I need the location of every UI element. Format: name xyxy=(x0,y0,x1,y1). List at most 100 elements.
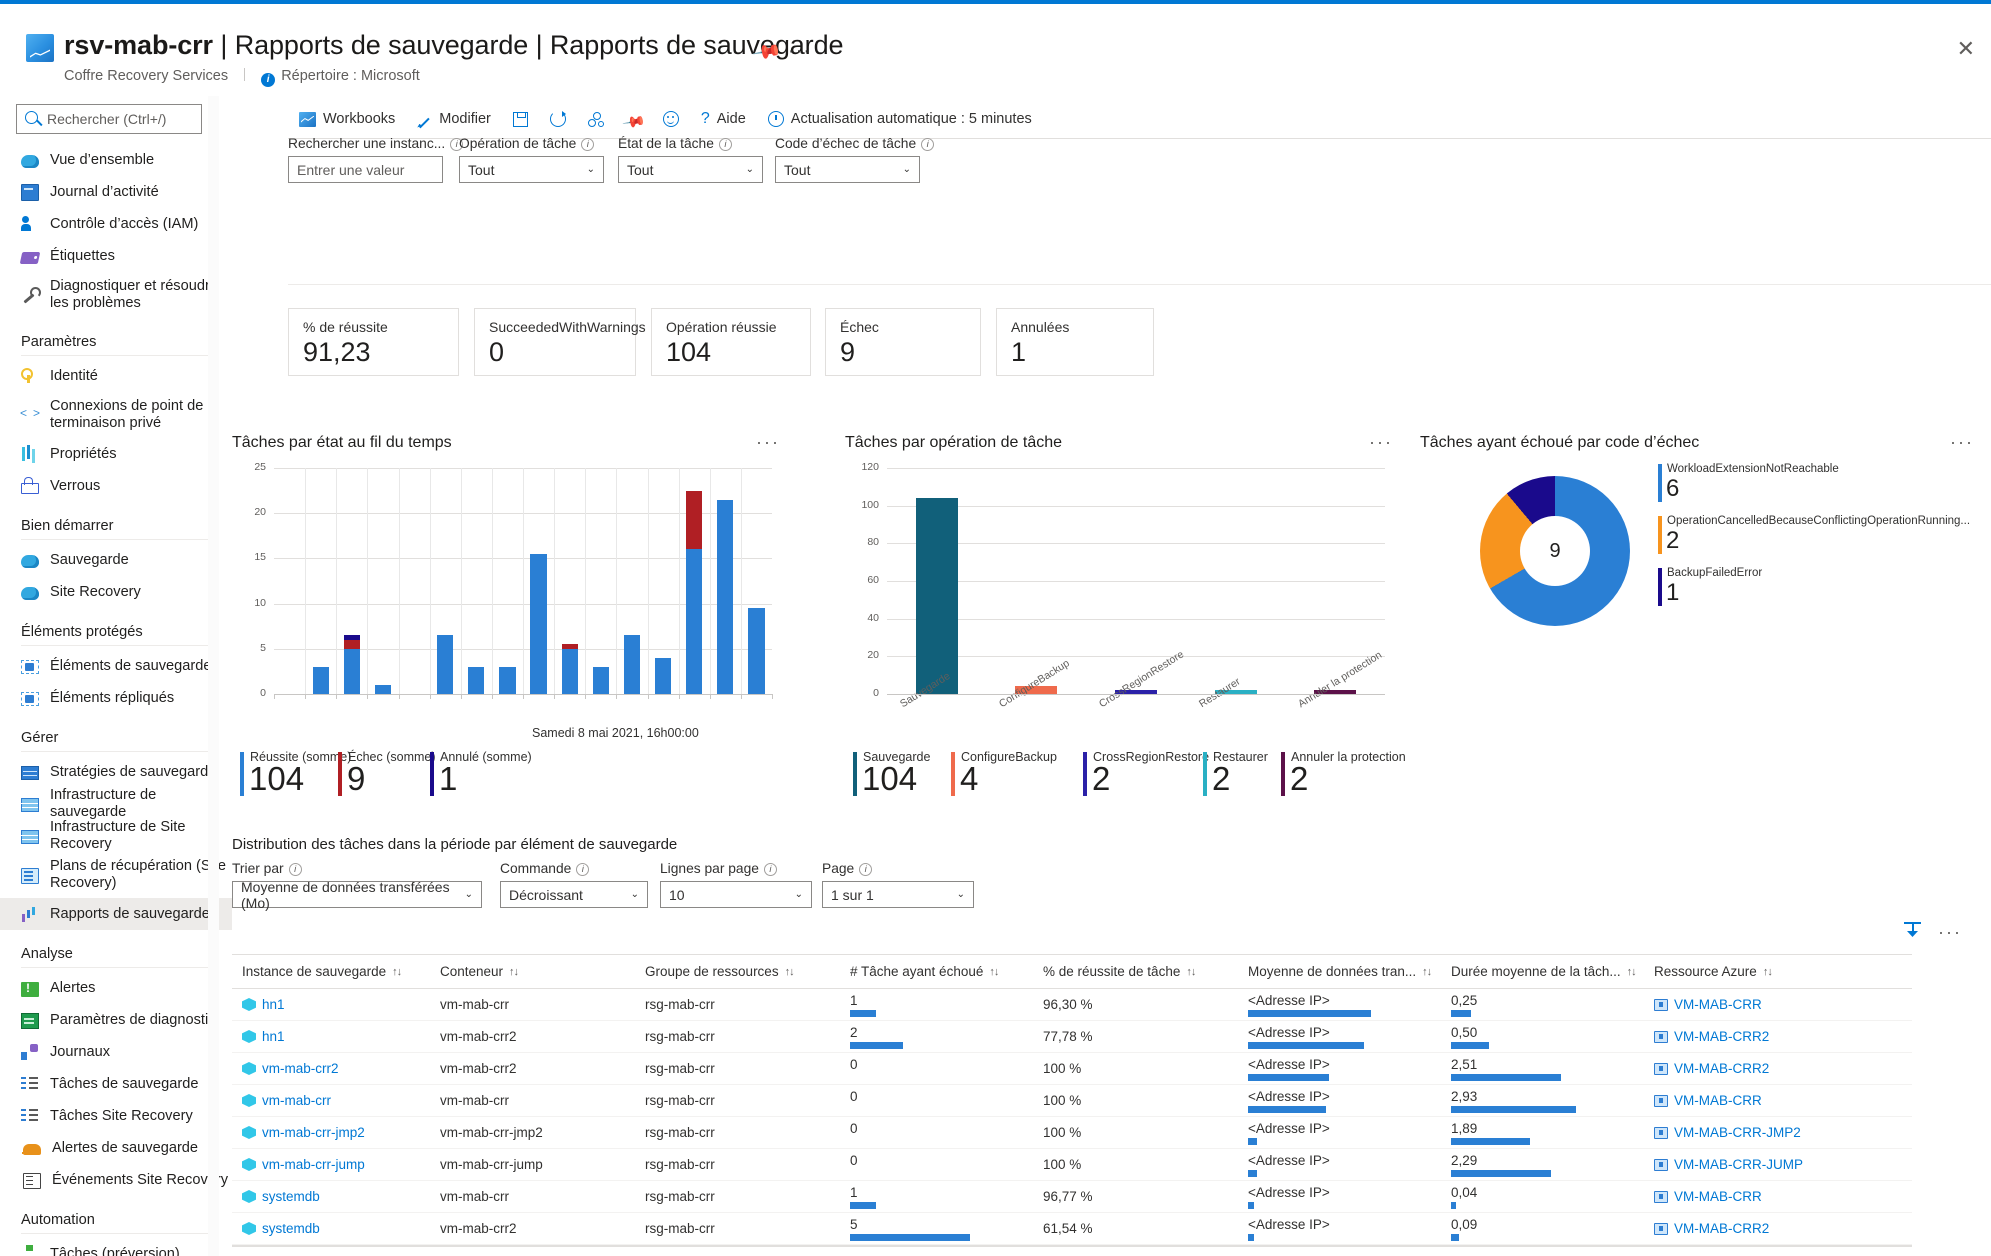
sort-icon[interactable]: ↑↓ xyxy=(1627,966,1637,978)
table-row[interactable]: vm-mab-crr-jump vm-mab-crr-jump rsg-mab-cr… xyxy=(232,1149,1912,1181)
sidebar-scrollbar[interactable]: ▲ xyxy=(208,96,426,1256)
bar-segment[interactable] xyxy=(499,666,516,694)
job-failure-code-select[interactable]: Tout ⌄ xyxy=(775,156,920,183)
column-header[interactable]: Instance de sauvegarde ↑↓ xyxy=(232,964,440,979)
cell-value[interactable]: VM-MAB-CRR xyxy=(1674,1189,1762,1204)
cell-value[interactable]: vm-mab-crr-jmp2 xyxy=(262,1125,365,1140)
sidebar-item-alertes-de-sauvegarde[interactable]: Alertes de sauvegarde xyxy=(0,1132,232,1164)
bar-segment[interactable] xyxy=(530,553,547,694)
sidebar-item-journal-d-activit[interactable]: Journal d’activité xyxy=(0,176,232,208)
column-header[interactable]: Conteneur ↑↓ xyxy=(440,964,645,979)
sidebar-search[interactable] xyxy=(16,104,202,134)
sidebar-item-diagnostiquer-et-r-soudre-les-probl-mes[interactable]: Diagnostiquer et résoudre les problèmes xyxy=(0,272,232,318)
sidebar-item-identit[interactable]: Identité xyxy=(0,360,232,392)
close-button[interactable]: ✕ xyxy=(1957,36,1975,62)
chart3-more-button[interactable]: ··· xyxy=(1950,432,1974,453)
cell-value[interactable]: VM-MAB-CRR2 xyxy=(1674,1029,1769,1044)
sidebar-item-connexions-de-point-de-terminaison-priv[interactable]: Connexions de point de terminaison privé xyxy=(0,392,232,438)
bar[interactable] xyxy=(915,498,958,694)
column-header[interactable]: Durée moyenne de la tâch... ↑↓ xyxy=(1451,964,1654,979)
cell-value[interactable]: VM-MAB-CRR xyxy=(1674,1093,1762,1108)
cell-value[interactable]: VM-MAB-CRR2 xyxy=(1674,1061,1769,1076)
cell-value[interactable]: hn1 xyxy=(262,1029,285,1044)
column-header[interactable]: Groupe de ressources ↑↓ xyxy=(645,964,850,979)
sort-icon[interactable]: ↑↓ xyxy=(785,966,795,978)
bar-segment[interactable] xyxy=(468,666,485,694)
column-header[interactable]: Moyenne de données tran... ↑↓ xyxy=(1248,964,1451,979)
bar-segment[interactable] xyxy=(374,684,392,694)
table-cell[interactable]: systemdb xyxy=(232,1181,440,1213)
feedback-button[interactable] xyxy=(652,104,690,134)
cell-value[interactable]: hn1 xyxy=(262,997,285,1012)
table-cell[interactable]: VM-MAB-CRR2 xyxy=(1654,1213,1912,1245)
table-cell[interactable]: VM-MAB-CRR xyxy=(1654,1085,1912,1117)
edit-button[interactable]: Modifier xyxy=(406,104,502,134)
header-more-button[interactable]: ··· xyxy=(788,40,811,63)
cell-value[interactable]: vm-mab-crr2 xyxy=(262,1061,339,1076)
sidebar-item-l-ments-r-pliqu-s[interactable]: Éléments répliqués xyxy=(0,682,232,714)
info-icon[interactable]: i xyxy=(581,138,595,151)
rows-per-page-select[interactable]: 10 ⌄ xyxy=(660,881,812,908)
sidebar-item-contr-le-d-acc-s-iam[interactable]: Contrôle d’accès (IAM) xyxy=(0,208,232,240)
job-status-select[interactable]: Tout ⌄ xyxy=(618,156,763,183)
bar-segment[interactable] xyxy=(312,666,329,694)
pin-toolbar-button[interactable]: 📌 xyxy=(615,104,652,134)
table-cell[interactable]: vm-mab-crr xyxy=(232,1085,440,1117)
table-cell[interactable]: vm-mab-crr-jmp2 xyxy=(232,1117,440,1149)
bar-segment[interactable] xyxy=(437,635,454,694)
table-cell[interactable]: VM-MAB-CRR-JMP2 xyxy=(1654,1117,1912,1149)
bar-segment[interactable] xyxy=(343,648,360,694)
info-icon[interactable]: i xyxy=(718,138,732,151)
table-cell[interactable]: VM-MAB-CRR-JUMP xyxy=(1654,1149,1912,1181)
sidebar-item-tiquettes[interactable]: Étiquettes xyxy=(0,240,232,272)
table-cell[interactable]: VM-MAB-CRR2 xyxy=(1654,1021,1912,1053)
cell-value[interactable]: VM-MAB-CRR xyxy=(1674,997,1762,1012)
sidebar-item-alertes[interactable]: Alertes xyxy=(0,972,232,1004)
table-cell[interactable]: VM-MAB-CRR xyxy=(1654,989,1912,1021)
sidebar-item-infrastructure-de-sauvegarde[interactable]: Infrastructure de sauvegarde xyxy=(0,787,232,820)
job-operation-select[interactable]: Tout ⌄ xyxy=(459,156,604,183)
search-input[interactable] xyxy=(16,104,202,134)
column-header[interactable]: Ressource Azure ↑↓ xyxy=(1654,964,1912,979)
sidebar-item-propri-t-s[interactable]: Propriétés xyxy=(0,438,232,470)
sidebar-item-strat-gies-de-sauvegarde[interactable]: Stratégies de sauvegarde xyxy=(0,756,232,788)
cell-value[interactable]: systemdb xyxy=(262,1221,320,1236)
bar-segment[interactable] xyxy=(343,635,360,640)
table-cell[interactable]: VM-MAB-CRR xyxy=(1654,1181,1912,1213)
sidebar-item-rapports-de-sauvegarde[interactable]: Rapports de sauvegarde xyxy=(0,898,232,930)
bar-segment[interactable] xyxy=(561,644,578,649)
sidebar-item-verrous[interactable]: Verrous xyxy=(0,470,232,502)
sidebar-item-t-ches-pr-version[interactable]: Tâches (préversion) xyxy=(0,1238,232,1256)
sort-icon[interactable]: ↑↓ xyxy=(1422,966,1432,978)
save-button[interactable] xyxy=(502,104,539,134)
bar-segment[interactable] xyxy=(592,666,609,694)
sidebar-item-journaux[interactable]: Journaux xyxy=(0,1036,232,1068)
table-cell[interactable]: systemdb xyxy=(232,1213,440,1245)
share-button[interactable] xyxy=(577,104,615,134)
sidebar-item-t-ches-site-recovery[interactable]: Tâches Site Recovery xyxy=(0,1100,232,1132)
cell-value[interactable]: VM-MAB-CRR-JUMP xyxy=(1674,1157,1803,1172)
chart1-more-button[interactable]: ··· xyxy=(756,432,780,453)
refresh-button[interactable] xyxy=(539,104,577,134)
bar-segment[interactable] xyxy=(343,639,360,649)
table-cell[interactable]: VM-MAB-CRR2 xyxy=(1654,1053,1912,1085)
sort-icon[interactable]: ↑↓ xyxy=(392,966,402,978)
sidebar-item-infrastructure-de-site-recovery[interactable]: Infrastructure de Site Recovery xyxy=(0,819,232,852)
table-more-button[interactable]: ··· xyxy=(1938,922,1962,943)
table-row[interactable]: systemdb vm-mab-crr rsg-mab-crr 1 96,77 % <Ad… xyxy=(232,1181,1912,1213)
sidebar-item-sauvegarde[interactable]: Sauvegarde xyxy=(0,544,232,576)
bar-segment[interactable] xyxy=(717,499,734,694)
sort-icon[interactable]: ↑↓ xyxy=(509,966,519,978)
bar-segment[interactable] xyxy=(686,490,703,550)
sort-icon[interactable]: ↑↓ xyxy=(989,966,999,978)
column-header[interactable]: % de réussite de tâche ↑↓ xyxy=(1043,964,1248,979)
sidebar-item-site-recovery[interactable]: Site Recovery xyxy=(0,576,232,608)
bar-segment[interactable] xyxy=(561,648,578,694)
workbooks-button[interactable]: Workbooks xyxy=(288,104,406,134)
info-icon[interactable]: i xyxy=(763,863,777,876)
page-select[interactable]: 1 sur 1 ⌄ xyxy=(822,881,974,908)
cell-value[interactable]: VM-MAB-CRR2 xyxy=(1674,1221,1769,1236)
bar-segment[interactable] xyxy=(748,608,765,694)
table-row[interactable]: systemdb vm-mab-crr2 rsg-mab-crr 5 61,54 % <A… xyxy=(232,1213,1912,1245)
cell-value[interactable]: vm-mab-crr-jump xyxy=(262,1157,365,1172)
